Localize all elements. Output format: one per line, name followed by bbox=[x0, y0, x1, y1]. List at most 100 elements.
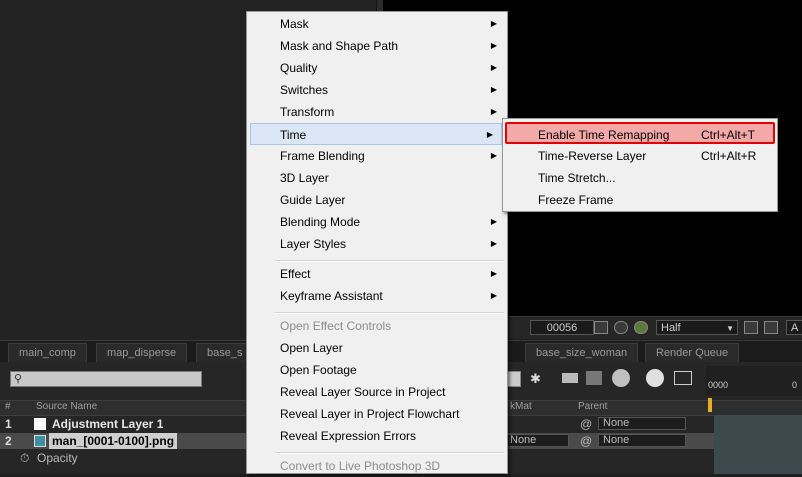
menu-item-mask-and-shape-path[interactable]: Mask and Shape Path ▶ bbox=[247, 35, 507, 57]
menu-item-guide-layer[interactable]: Guide Layer bbox=[247, 189, 507, 211]
menu-item-label: Layer Styles bbox=[280, 237, 347, 251]
layer-name[interactable]: Adjustment Layer 1 bbox=[52, 416, 163, 432]
menu-item-label: Effect bbox=[280, 267, 311, 281]
menu-separator bbox=[275, 452, 504, 454]
menu-item-label: Open Layer bbox=[280, 341, 343, 355]
menu-item-open-layer[interactable]: Open Layer bbox=[247, 337, 507, 359]
submenu-arrow-icon: ▶ bbox=[490, 85, 497, 94]
menu-item-label: Reveal Expression Errors bbox=[280, 429, 417, 443]
menu-item-transform[interactable]: Transform ▶ bbox=[247, 101, 507, 123]
menu-item-label: Open Footage bbox=[280, 363, 357, 377]
submenu-arrow-icon: ▶ bbox=[490, 107, 497, 116]
parent-pickwhip-icon[interactable]: @ bbox=[580, 433, 592, 449]
menu-item-shortcut: Ctrl+Alt+R bbox=[701, 149, 757, 163]
menu-item-3d-layer[interactable]: 3D Layer bbox=[247, 167, 507, 189]
camera-icon[interactable] bbox=[594, 321, 608, 334]
menu-item-label: Enable Time Remapping bbox=[538, 128, 670, 142]
column-source-name[interactable]: Source Name bbox=[36, 401, 97, 412]
column-number: # bbox=[5, 401, 11, 412]
ruler-start-label: 0000 bbox=[708, 380, 729, 390]
menu-item-frame-blending[interactable]: Frame Blending ▶ bbox=[247, 145, 507, 167]
frame-blending-icon[interactable] bbox=[562, 373, 578, 383]
menu-item-time[interactable]: Time ▶ bbox=[250, 123, 502, 145]
menu-separator bbox=[275, 312, 504, 314]
parent-select[interactable]: None bbox=[598, 417, 686, 430]
submenu-arrow-icon: ▶ bbox=[490, 217, 497, 226]
region-of-interest-icon[interactable] bbox=[744, 321, 758, 334]
show-channel-icon[interactable] bbox=[614, 321, 628, 334]
menu-item-label: Quality bbox=[280, 61, 318, 75]
timeline-search-input[interactable]: ⚲ bbox=[10, 371, 202, 387]
menu-item-label: 3D Layer bbox=[280, 171, 329, 185]
menu-item-enable-time-remapping[interactable]: Enable Time Remapping Ctrl+Alt+T bbox=[505, 122, 775, 144]
graph-editor-icon[interactable] bbox=[612, 369, 630, 387]
motion-blur-icon[interactable] bbox=[586, 371, 602, 385]
resolution-select[interactable]: Half ▼ bbox=[656, 320, 738, 335]
menu-item-effect[interactable]: Effect ▶ bbox=[247, 263, 507, 285]
adjustment-layer-icon bbox=[34, 418, 46, 430]
tab-render-queue[interactable]: Render Queue bbox=[645, 343, 740, 362]
menu-item-label: Time-Reverse Layer bbox=[538, 149, 647, 163]
menu-item-layer-styles[interactable]: Layer Styles ▶ bbox=[247, 233, 507, 255]
layer-number: 2 bbox=[5, 434, 12, 448]
parent-select[interactable]: None bbox=[598, 434, 686, 447]
menu-item-time-stretch[interactable]: Time Stretch... bbox=[505, 167, 775, 189]
menu-item-label: Mask and Shape Path bbox=[280, 39, 399, 53]
menu-item-quality[interactable]: Quality ▶ bbox=[247, 57, 507, 79]
column-parent[interactable]: Parent bbox=[578, 401, 607, 412]
color-channels-icon[interactable] bbox=[634, 321, 648, 334]
menu-item-switches[interactable]: Switches ▶ bbox=[247, 79, 507, 101]
menu-item-label: Frame Blending bbox=[280, 149, 365, 163]
tab-map-disperse[interactable]: map_disperse bbox=[96, 343, 188, 362]
transparency-grid-icon[interactable] bbox=[764, 321, 778, 334]
trkmat-select[interactable]: None bbox=[505, 434, 569, 447]
live-update-icon[interactable] bbox=[674, 371, 692, 385]
menu-item-mask[interactable]: Mask ▶ bbox=[247, 13, 507, 35]
brainstorm-icon[interactable] bbox=[646, 369, 664, 387]
tab-base-s[interactable]: base_s bbox=[196, 343, 248, 362]
submenu-arrow-icon: ▶ bbox=[490, 151, 497, 160]
layer-name[interactable]: man_[0001-0100].png bbox=[49, 433, 178, 449]
menu-item-label: Convert to Live Photoshop 3D bbox=[280, 459, 441, 473]
menu-item-label: Reveal Layer in Project Flowchart bbox=[280, 407, 460, 421]
toolbar-overflow[interactable]: A bbox=[786, 320, 802, 335]
parent-pickwhip-icon[interactable]: @ bbox=[580, 416, 592, 432]
shy-layers-icon[interactable]: ✱ bbox=[530, 371, 541, 387]
menu-item-blending-mode[interactable]: Blending Mode ▶ bbox=[247, 211, 507, 233]
menu-item-reveal-expression-errors[interactable]: Reveal Expression Errors bbox=[247, 425, 507, 447]
column-trkmat[interactable]: kMat bbox=[510, 401, 532, 412]
tab-main-comp[interactable]: main_comp bbox=[8, 343, 87, 362]
menu-item-label: Keyframe Assistant bbox=[280, 289, 383, 303]
submenu-arrow-icon: ▶ bbox=[490, 239, 497, 248]
menu-item-label: Open Effect Controls bbox=[280, 319, 392, 333]
chevron-down-icon: ▼ bbox=[726, 324, 734, 333]
layer-context-menu: Mask ▶ Mask and Shape Path ▶ Quality ▶ Swit… bbox=[246, 11, 508, 474]
menu-item-freeze-frame[interactable]: Freeze Frame bbox=[505, 189, 775, 211]
menu-item-label: Transform bbox=[280, 105, 335, 119]
current-frame-field[interactable]: 00056 bbox=[530, 320, 594, 335]
tab-base-size-woman[interactable]: base_size_woman bbox=[525, 343, 639, 362]
menu-item-label: Reveal Layer Source in Project bbox=[280, 385, 446, 399]
stopwatch-icon[interactable]: ⏱ bbox=[20, 450, 29, 466]
menu-item-reveal-layer-flowchart[interactable]: Reveal Layer in Project Flowchart bbox=[247, 403, 507, 425]
submenu-arrow-icon: ▶ bbox=[486, 130, 493, 139]
menu-item-open-footage[interactable]: Open Footage bbox=[247, 359, 507, 381]
search-icon: ⚲ bbox=[14, 373, 23, 385]
menu-item-time-reverse-layer[interactable]: Time-Reverse Layer Ctrl+Alt+R bbox=[505, 145, 775, 167]
menu-item-label: Guide Layer bbox=[280, 193, 346, 207]
menu-item-label: Mask bbox=[280, 17, 309, 31]
menu-item-label: Time Stretch... bbox=[538, 171, 616, 185]
menu-item-label: Time bbox=[280, 128, 307, 142]
menu-item-label: Freeze Frame bbox=[538, 193, 614, 207]
layer-number: 1 bbox=[5, 417, 12, 431]
layer-duration-bar[interactable] bbox=[714, 415, 802, 474]
viewer-toolbar: 00056 Half ▼ A bbox=[510, 316, 802, 339]
menu-item-keyframe-assistant[interactable]: Keyframe Assistant ▶ bbox=[247, 285, 507, 307]
menu-item-reveal-layer-source[interactable]: Reveal Layer Source in Project bbox=[247, 381, 507, 403]
menu-separator bbox=[275, 260, 504, 262]
current-time-indicator[interactable] bbox=[708, 398, 712, 412]
menu-item-label: Switches bbox=[280, 83, 329, 97]
menu-item-label: Blending Mode bbox=[280, 215, 361, 229]
time-ruler[interactable]: 0000 0 bbox=[706, 366, 802, 396]
menu-item-shortcut: Ctrl+Alt+T bbox=[701, 128, 756, 142]
